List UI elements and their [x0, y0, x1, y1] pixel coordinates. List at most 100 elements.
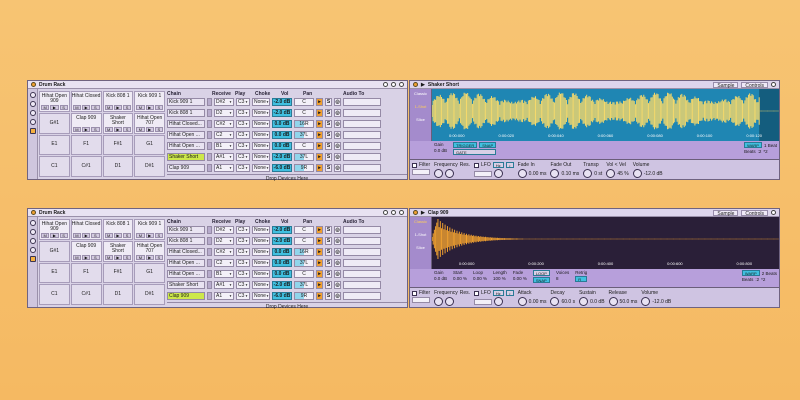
chain-monitor-icon[interactable]: ◎ — [334, 237, 341, 245]
drop-devices-area[interactable]: Drop Devices Here — [167, 174, 407, 182]
mode-classic[interactable]: Classic — [410, 217, 431, 230]
chain-choke-select[interactable]: None ▼ — [252, 120, 270, 128]
device-list-icon[interactable] — [29, 247, 36, 253]
drum-pad[interactable]: Hihat Open 707 M ▶ S — [134, 112, 165, 134]
chain-volume[interactable]: -2.0 dB — [272, 226, 292, 234]
chain-pan[interactable]: C — [294, 226, 314, 234]
chain-volume[interactable]: 0.0 dB — [272, 142, 292, 150]
device-on-icon[interactable] — [31, 210, 36, 215]
chain-volume[interactable]: 0.0 dB — [272, 131, 292, 139]
chain-pan[interactable]: 37L — [294, 281, 314, 289]
drum-pad[interactable]: F1 — [70, 134, 102, 156]
chain-play-icon[interactable] — [207, 120, 212, 128]
chain-activator-icon[interactable]: ▸ — [316, 281, 323, 289]
envelope-param[interactable]: Attack 0.00 ms — [517, 290, 546, 306]
chain-play-select[interactable]: C3 ▼ — [236, 270, 250, 278]
chain-audio-to-select[interactable] — [343, 131, 381, 139]
hot-swap-icon[interactable] — [383, 82, 388, 87]
chain-audio-to-select[interactable] — [343, 259, 381, 267]
envelope-knob[interactable] — [608, 297, 618, 306]
pad-mute-button[interactable]: M — [136, 126, 145, 132]
chain-monitor-icon[interactable]: ◎ — [334, 131, 341, 139]
pad-play-button[interactable]: ▶ — [82, 254, 91, 260]
chain-row[interactable]: Hihat Open ... B1 ▼ C3 ▼ None ▼ 0.0 dB C ▸ S ◎ — [167, 141, 407, 151]
chain-choke-select[interactable]: None ▼ — [252, 237, 270, 245]
chain-name[interactable]: Kick 808 1 — [167, 237, 205, 245]
chain-pan[interactable]: 37L — [294, 153, 314, 161]
envelope-knob[interactable] — [632, 169, 642, 178]
chain-volume[interactable]: -2.0 dB — [272, 237, 292, 245]
pad-play-button[interactable]: ▶ — [113, 126, 122, 132]
chain-pan[interactable]: 16R — [294, 120, 314, 128]
chain-volume[interactable]: 0.0 dB — [272, 248, 292, 256]
pad-solo-button[interactable]: S — [123, 254, 132, 260]
chain-activator-icon[interactable]: ▸ — [316, 270, 323, 278]
chain-play-select[interactable]: C3 ▼ — [236, 259, 250, 267]
chain-name[interactable]: Kick 909 1 — [167, 226, 205, 234]
half-tempo-button[interactable]: :2 — [758, 149, 762, 154]
tab-controls[interactable]: Controls — [741, 81, 768, 89]
drop-devices-area[interactable]: Drop Devices Here — [167, 302, 407, 310]
drum-pad[interactable]: Kick 808 1 M ▶ S — [102, 219, 134, 240]
pad-mute-button[interactable]: M — [136, 254, 145, 260]
chain-play-icon[interactable] — [207, 98, 212, 106]
envelope-param[interactable]: Fade Out 0.10 ms — [550, 162, 579, 178]
chain-solo-button[interactable]: S — [325, 237, 332, 245]
drum-pad[interactable]: F1 — [70, 262, 102, 284]
chain-activator-icon[interactable]: ▸ — [316, 259, 323, 267]
chain-audio-to-select[interactable] — [343, 248, 381, 256]
drum-pad[interactable]: Kick 909 1 M ▶ S — [134, 91, 165, 112]
chain-solo-button[interactable]: S — [325, 142, 332, 150]
chain-solo-button[interactable]: S — [325, 248, 332, 256]
play-icon[interactable]: ▶ — [421, 210, 425, 216]
send-icon[interactable] — [29, 256, 36, 262]
pad-mute-button[interactable]: M — [72, 232, 81, 238]
save-preset-icon[interactable] — [391, 210, 396, 215]
pad-play-button[interactable]: ▶ — [50, 232, 59, 238]
chain-receive-select[interactable]: D2 ▼ — [214, 109, 234, 117]
envelope-param[interactable]: Fade In 0.00 ms — [517, 162, 546, 178]
chain-choke-select[interactable]: None ▼ — [252, 270, 270, 278]
chain-solo-button[interactable]: S — [325, 270, 332, 278]
lfo-shape-select[interactable] — [474, 298, 493, 305]
pad-solo-button[interactable]: S — [59, 232, 68, 238]
pad-solo-button[interactable]: S — [59, 104, 68, 110]
envelope-param[interactable]: Decay 60.0 s — [550, 290, 575, 306]
chain-play-icon[interactable] — [207, 164, 212, 172]
chain-audio-to-select[interactable] — [343, 120, 381, 128]
envelope-param[interactable]: Volume -12.0 dB — [641, 290, 671, 306]
chain-choke-select[interactable]: None ▼ — [252, 153, 270, 161]
pad-mute-button[interactable]: M — [72, 254, 81, 260]
pad-play-button[interactable]: ▶ — [82, 232, 91, 238]
pad-solo-button[interactable]: S — [123, 104, 132, 110]
pad-solo-button[interactable]: S — [154, 232, 163, 238]
pad-mute-button[interactable]: M — [72, 126, 81, 132]
pad-solo-button[interactable]: S — [154, 126, 163, 132]
chain-row[interactable]: Hihat Open ... B1 ▼ C3 ▼ None ▼ 0.0 dB C ▸ S ◎ — [167, 269, 407, 279]
chain-receive-select[interactable]: C2 ▼ — [214, 259, 234, 267]
chain-receive-select[interactable]: D2 ▼ — [214, 237, 234, 245]
chain-name[interactable]: Kick 808 1 — [167, 109, 205, 117]
chain-pan[interactable]: 9R — [294, 164, 314, 172]
chain-volume[interactable]: -6.0 dB — [272, 292, 292, 300]
chain-pan[interactable]: 16R — [294, 248, 314, 256]
chain-pan[interactable]: 37L — [294, 131, 314, 139]
drum-pad[interactable]: C#1 — [70, 284, 102, 305]
chain-audio-to-select[interactable] — [343, 153, 381, 161]
double-tempo-button[interactable]: *2 — [761, 277, 765, 282]
chain-activator-icon[interactable]: ▸ — [316, 131, 323, 139]
envelope-knob[interactable] — [583, 169, 593, 178]
pad-mute-button[interactable]: M — [104, 232, 113, 238]
filter-checkbox[interactable] — [412, 290, 417, 296]
chain-solo-button[interactable]: S — [325, 292, 332, 300]
retrig-control[interactable]: Retrig R — [575, 270, 588, 282]
chain-play-icon[interactable] — [207, 131, 212, 139]
send-icon[interactable] — [29, 128, 36, 134]
param-loop[interactable]: Loop 0.00 % — [473, 270, 487, 281]
chain-pan[interactable]: C — [294, 109, 314, 117]
chain-receive-select[interactable]: A#1 ▼ — [214, 281, 234, 289]
lfo-rate-knob[interactable] — [494, 169, 504, 178]
drum-pad[interactable]: F#1 — [102, 262, 134, 284]
chain-play-icon[interactable] — [207, 226, 212, 234]
chain-name[interactable]: Shaker Short — [167, 153, 205, 161]
